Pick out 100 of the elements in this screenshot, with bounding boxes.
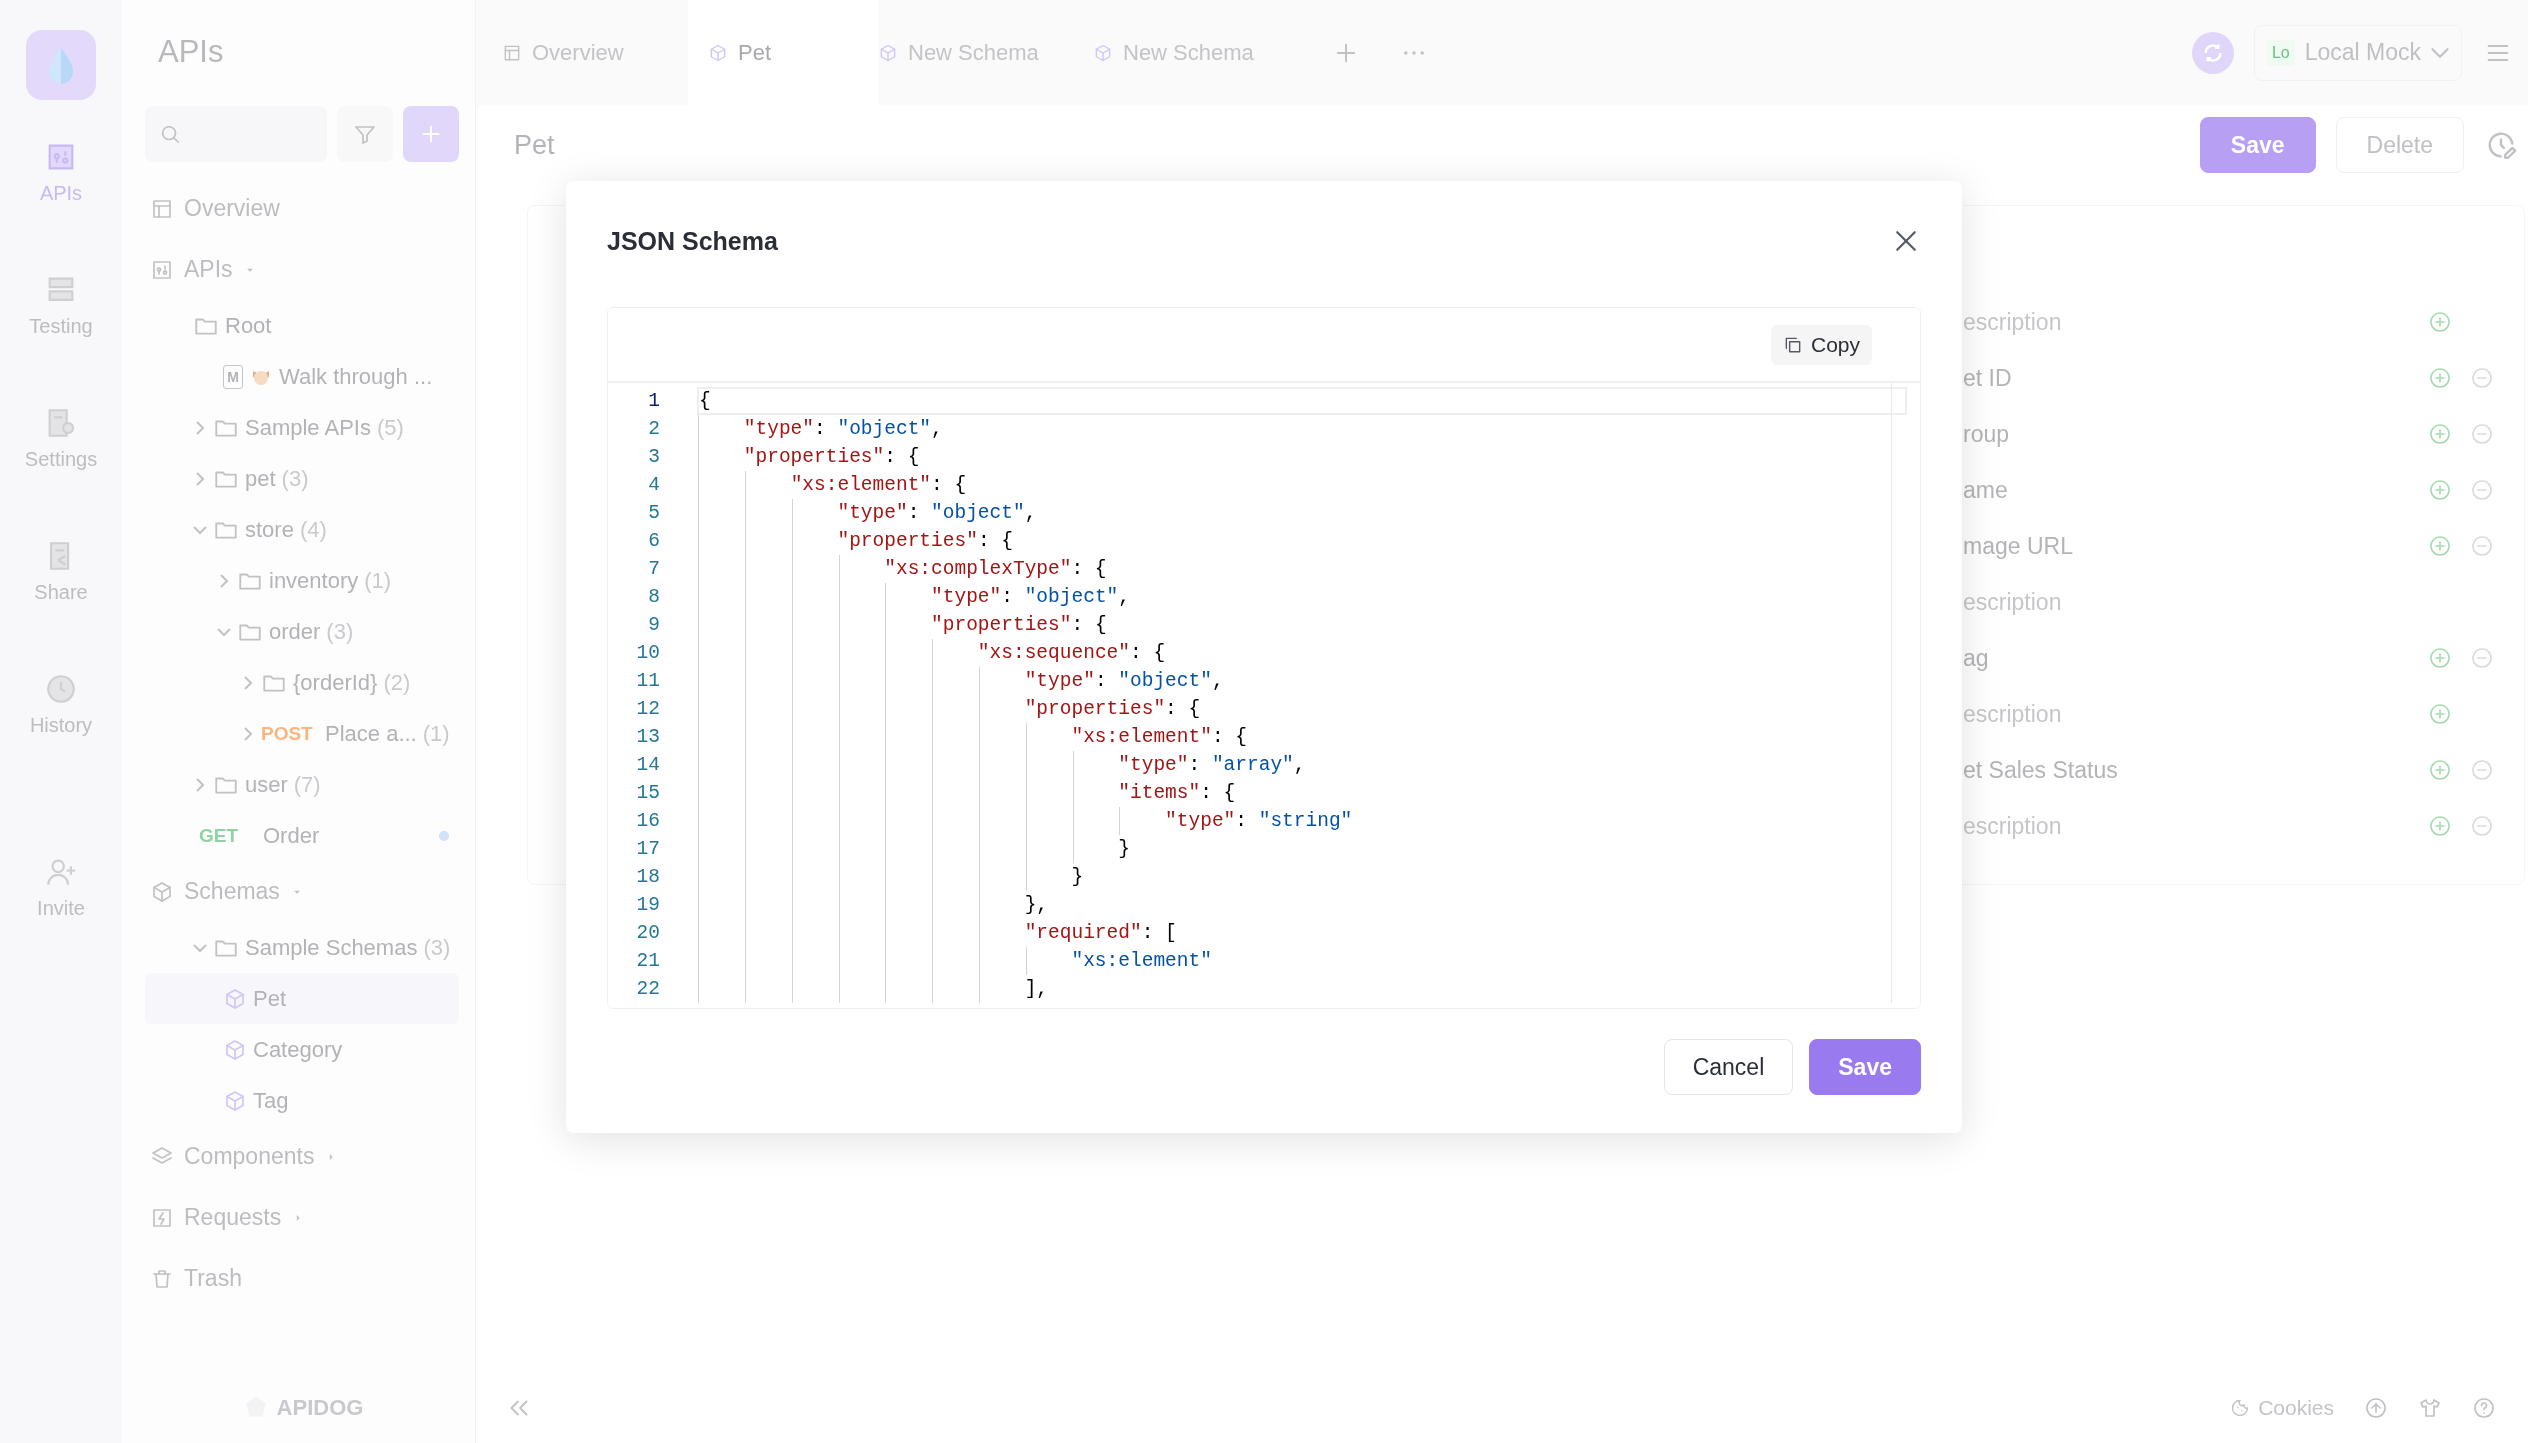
remove-circle-icon[interactable] bbox=[2470, 366, 2494, 390]
remove-circle-icon[interactable] bbox=[2470, 422, 2494, 446]
sidebar-section[interactable]: Requests bbox=[145, 1187, 459, 1248]
code-line: "required": [ bbox=[1023, 922, 1177, 944]
sidebar-section[interactable]: Overview bbox=[145, 178, 459, 239]
add-circle-icon[interactable] bbox=[2428, 646, 2452, 670]
code-line: { bbox=[699, 390, 711, 412]
remove-circle-icon[interactable] bbox=[2470, 758, 2494, 782]
app-logo[interactable] bbox=[26, 30, 96, 100]
rail-item[interactable]: Invite bbox=[37, 855, 85, 988]
sidebar-section[interactable]: Trash bbox=[145, 1248, 459, 1309]
modal-title: JSON Schema bbox=[607, 226, 778, 256]
environment-badge: Lo bbox=[2266, 39, 2295, 66]
tab[interactable]: Pet bbox=[688, 0, 878, 105]
code-line: "xs:element": { bbox=[789, 474, 967, 496]
code-line: }, bbox=[1023, 894, 1049, 916]
line-number: 20 bbox=[635, 922, 660, 944]
filter-button[interactable] bbox=[337, 106, 393, 162]
tree-item[interactable]: M Walk through ... bbox=[145, 351, 459, 402]
line-number: 19 bbox=[635, 894, 660, 916]
sidebar-section[interactable]: Schemas bbox=[145, 861, 459, 922]
add-circle-icon[interactable] bbox=[2428, 366, 2452, 390]
code-line: "properties": { bbox=[930, 614, 1107, 636]
add-circle-icon[interactable] bbox=[2428, 702, 2452, 726]
rail-item[interactable]: APIs bbox=[39, 140, 83, 273]
help-icon[interactable] bbox=[2472, 1396, 2496, 1420]
cube-icon bbox=[223, 1088, 247, 1113]
line-number: 9 bbox=[647, 614, 660, 636]
line-number: 6 bbox=[647, 530, 660, 552]
field-name: ag bbox=[1963, 644, 1990, 672]
code-line: "type": "string" bbox=[1164, 810, 1353, 832]
schemas-icon bbox=[150, 879, 174, 904]
tree-item-label: Sample APIs bbox=[245, 414, 371, 441]
tree-item[interactable]: Pet bbox=[145, 973, 459, 1024]
sidebar-section[interactable]: Components bbox=[145, 1126, 459, 1187]
line-number: 22 bbox=[635, 978, 660, 1000]
copy-button[interactable]: Copy bbox=[1770, 324, 1872, 365]
tree-item[interactable]: Root bbox=[145, 300, 459, 351]
add-circle-icon[interactable] bbox=[2428, 310, 2452, 334]
line-number: 15 bbox=[635, 782, 660, 804]
rail-item[interactable]: Share bbox=[34, 539, 88, 672]
remove-circle-icon[interactable] bbox=[2470, 646, 2494, 670]
code-line: "properties": { bbox=[742, 446, 920, 468]
search-icon bbox=[159, 123, 181, 145]
cookie-icon bbox=[2230, 1398, 2251, 1418]
code-line: "xs:sequence": { bbox=[976, 642, 1166, 664]
code-line: } bbox=[1070, 866, 1084, 888]
upload-icon[interactable] bbox=[2364, 1396, 2388, 1420]
tree-item[interactable]: Tag bbox=[145, 1075, 459, 1126]
remove-circle-icon[interactable] bbox=[2470, 814, 2494, 838]
method-label: POST bbox=[261, 722, 314, 745]
tree-item-label: Category bbox=[253, 1036, 343, 1063]
tree-item-label: {orderId} bbox=[293, 669, 378, 696]
add-button[interactable] bbox=[403, 106, 459, 162]
code-line: "type": "object", bbox=[1023, 670, 1224, 692]
tree-item-label: Tag bbox=[253, 1087, 289, 1114]
save-button[interactable]: Save bbox=[2199, 117, 2316, 173]
sidebar-section[interactable]: APIs bbox=[145, 239, 459, 300]
section-label: Trash bbox=[184, 1265, 242, 1292]
code-line: "type": "object", bbox=[836, 502, 1037, 524]
environment-select[interactable]: Lo Local Mock bbox=[2253, 24, 2462, 81]
section-label: Schemas bbox=[184, 878, 280, 905]
code-line: "type": "object", bbox=[930, 586, 1130, 608]
line-number: 12 bbox=[635, 698, 660, 720]
rail-item[interactable]: Testing bbox=[29, 273, 93, 406]
cancel-button[interactable]: Cancel bbox=[1663, 1039, 1794, 1095]
add-circle-icon[interactable] bbox=[2428, 534, 2452, 558]
shirt-icon[interactable] bbox=[2418, 1396, 2442, 1420]
tree-item[interactable]: Category bbox=[145, 1024, 459, 1075]
remove-circle-icon[interactable] bbox=[2470, 534, 2494, 558]
tree-item-label: Pet bbox=[253, 985, 287, 1012]
rail-item[interactable]: History bbox=[29, 672, 93, 805]
tree-item-label: store bbox=[245, 516, 294, 543]
section-label: APIs bbox=[184, 256, 233, 283]
environment-label: Local Mock bbox=[2304, 39, 2421, 66]
cookies-link[interactable]: Cookies bbox=[2230, 1396, 2334, 1420]
line-number: 14 bbox=[635, 754, 660, 776]
delete-button[interactable]: Delete bbox=[2335, 117, 2464, 173]
add-circle-icon[interactable] bbox=[2428, 422, 2452, 446]
tree-item[interactable]: GET Order bbox=[145, 810, 459, 861]
tree-item-label: Root bbox=[225, 312, 272, 339]
rail-item[interactable]: Settings bbox=[24, 406, 98, 539]
sidebar-title: APIs bbox=[157, 33, 225, 70]
cube-icon bbox=[223, 986, 247, 1011]
history-icon bbox=[44, 672, 78, 706]
line-number: 17 bbox=[635, 838, 660, 860]
sync-icon[interactable] bbox=[2191, 31, 2234, 74]
method-label: GET bbox=[199, 824, 240, 847]
search-field[interactable] bbox=[145, 106, 327, 162]
tree-item-label: order bbox=[269, 618, 321, 645]
add-circle-icon[interactable] bbox=[2428, 478, 2452, 502]
add-circle-icon[interactable] bbox=[2428, 758, 2452, 782]
add-circle-icon[interactable] bbox=[2428, 814, 2452, 838]
save-button[interactable]: Save bbox=[1809, 1039, 1921, 1095]
line-number: 18 bbox=[635, 866, 660, 888]
remove-circle-icon[interactable] bbox=[2470, 478, 2494, 502]
cube-icon bbox=[708, 42, 728, 63]
code-line: "xs:complexType": { bbox=[883, 558, 1107, 580]
line-number: 5 bbox=[647, 502, 660, 524]
line-number: 16 bbox=[635, 810, 660, 832]
